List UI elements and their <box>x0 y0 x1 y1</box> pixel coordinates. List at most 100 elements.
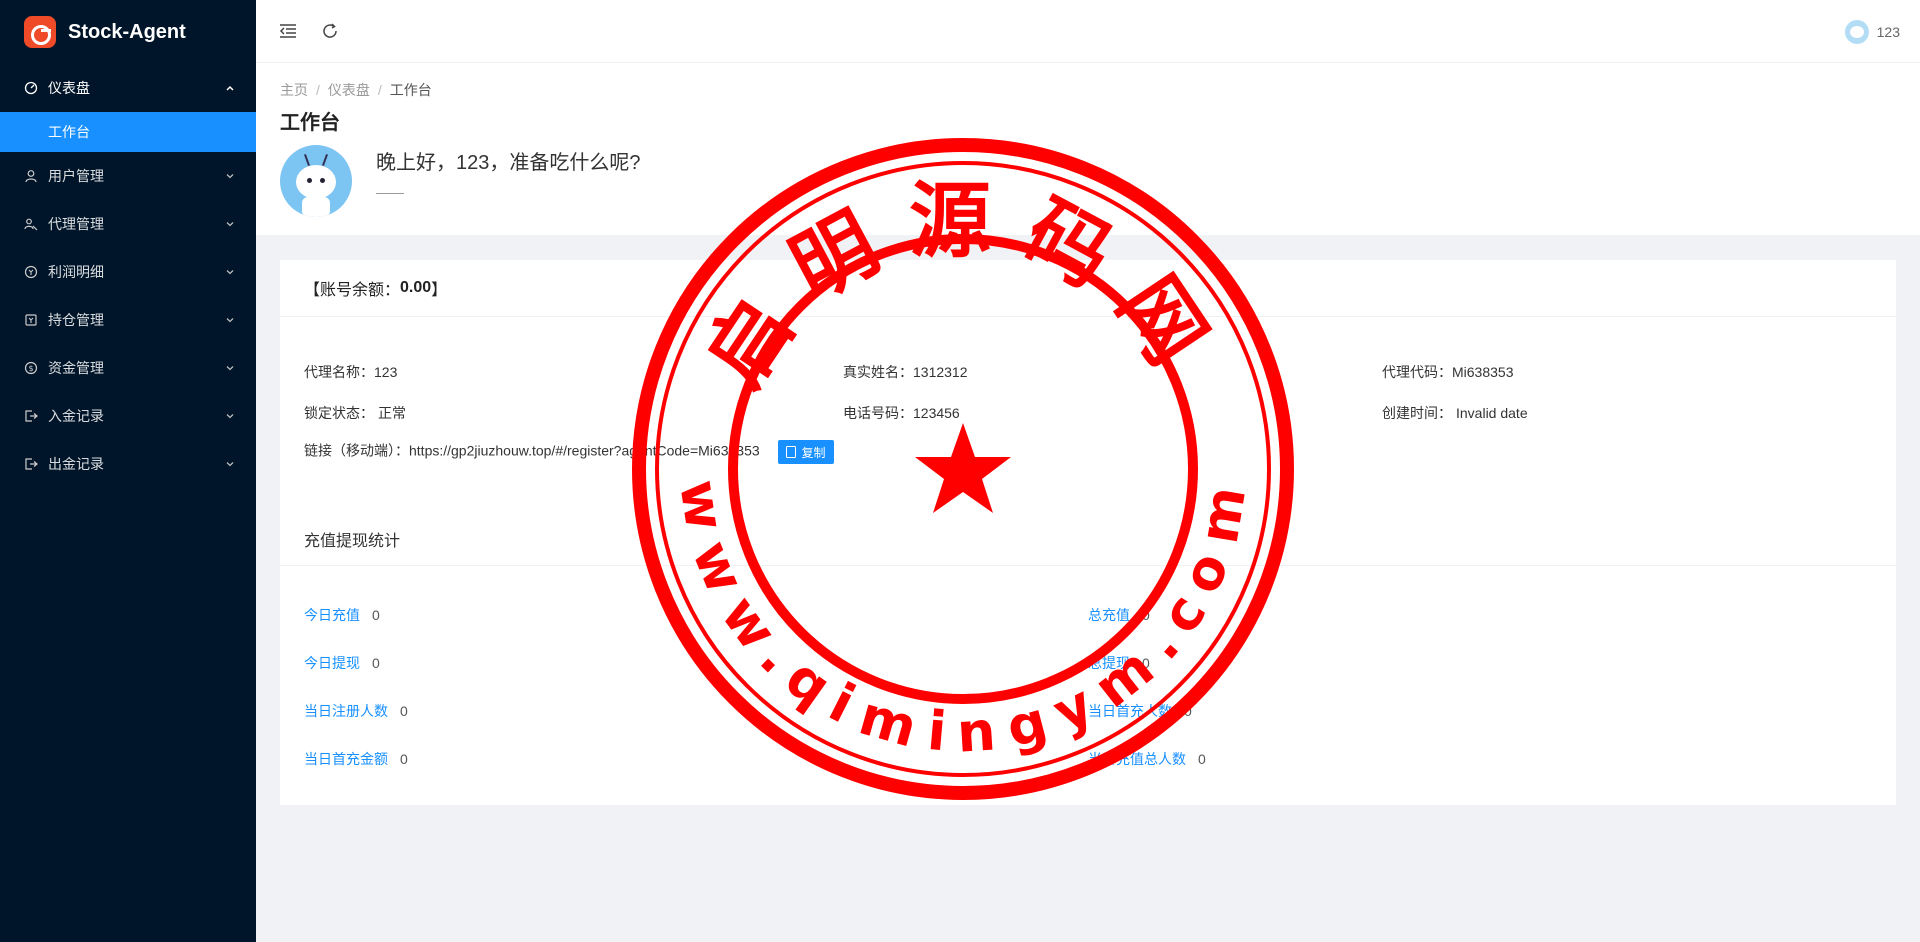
sidebar: Stock-Agent 仪表盘 工作台 用户管理 代理管理 利润明细 持仓管理 … <box>0 0 256 942</box>
stat-label[interactable]: 今日充值 <box>304 607 360 623</box>
stat-value: 0 <box>1142 607 1150 623</box>
balance-suffix: 】 <box>431 282 448 299</box>
phone-value: 123456 <box>913 405 960 421</box>
real-name-value: 1312312 <box>913 364 968 380</box>
profit-icon <box>24 265 38 279</box>
menu-user-management[interactable]: 用户管理 <box>0 152 256 200</box>
greeting-text: 晚上好，123，准备吃什么呢? <box>376 152 641 174</box>
menu-dashboard-label: 仪表盘 <box>48 80 90 96</box>
created-time-label: 创建时间： <box>1382 405 1452 421</box>
stat-label[interactable]: 当日首充金额 <box>304 751 388 767</box>
dashboard-icon <box>24 81 38 95</box>
greeting-divider <box>376 193 404 194</box>
stat-value: 0 <box>400 751 408 767</box>
divider <box>280 565 1896 566</box>
menu-agent-management[interactable]: 代理管理 <box>0 200 256 248</box>
mobile-link-label: 链接（移动端）： <box>304 442 409 459</box>
logo[interactable]: Stock-Agent <box>0 0 256 64</box>
phone-label: 电话号码： <box>843 405 913 421</box>
username: 123 <box>1876 24 1900 40</box>
chevron-down-icon <box>224 218 236 230</box>
copy-icon <box>785 446 796 458</box>
mobile-link-value[interactable]: https://gp2jiuzhouw.top/#/register?agent… <box>409 443 760 459</box>
user-icon <box>24 169 38 183</box>
lock-status-item: 锁定状态： 正常 <box>304 403 406 423</box>
real-name-label: 真实姓名： <box>843 364 913 380</box>
copy-button[interactable]: 复制 <box>777 440 834 464</box>
avatar <box>1844 20 1869 44</box>
stat-value: 0 <box>372 655 380 671</box>
logo-icon <box>24 16 56 48</box>
refresh-icon[interactable] <box>320 21 340 41</box>
agent-name-label: 代理名称： <box>304 364 374 380</box>
stat-item: 当日充值总人数 0 <box>1088 749 1206 769</box>
chevron-down-icon <box>224 362 236 374</box>
agent-code-value: Mi638353 <box>1452 364 1514 380</box>
chevron-down-icon <box>224 266 236 278</box>
balance-value: 0.00 <box>400 279 432 296</box>
menu-profit-details[interactable]: 利润明细 <box>0 248 256 296</box>
menu-label: 利润明细 <box>48 264 104 280</box>
balance-prefix: 【账号余额： <box>304 282 401 299</box>
stat-label[interactable]: 总提现 <box>1088 655 1130 671</box>
user-menu[interactable]: 123 <box>1844 20 1900 44</box>
stat-value: 0 <box>400 703 408 719</box>
agent-code-item: 代理代码：Mi638353 <box>1382 362 1514 382</box>
stat-label[interactable]: 当日首充人数 <box>1088 703 1172 719</box>
chevron-down-icon <box>224 410 236 422</box>
deposit-icon <box>24 409 38 423</box>
breadcrumb: 主页 / 仪表盘 / 工作台 <box>280 79 1920 101</box>
phone-item: 电话号码：123456 <box>843 403 960 423</box>
withdraw-icon <box>24 457 38 471</box>
menu-deposit-records[interactable]: 入金记录 <box>0 392 256 440</box>
menu-fold-icon[interactable] <box>278 21 298 41</box>
menu-workbench[interactable]: 工作台 <box>0 112 256 152</box>
stat-label[interactable]: 当日充值总人数 <box>1088 751 1186 767</box>
balance-header: 【账号余额： 0.00】 <box>280 260 1896 317</box>
position-icon <box>24 313 38 327</box>
menu-withdraw-records[interactable]: 出金记录 <box>0 440 256 488</box>
stat-item: 当日首充人数 0 <box>1088 701 1192 721</box>
menu-fund-management[interactable]: $ 资金管理 <box>0 344 256 392</box>
chevron-up-icon <box>224 82 236 94</box>
greeting-row: 晚上好，123，准备吃什么呢? <box>280 145 1920 217</box>
agent-info: 代理名称：123 真实姓名：1312312 代理代码：Mi638353 锁定状态… <box>280 317 1896 497</box>
menu-label: 资金管理 <box>48 360 104 376</box>
agent-name-item: 代理名称：123 <box>304 362 397 382</box>
team-icon <box>24 217 38 231</box>
menu-position-management[interactable]: 持仓管理 <box>0 296 256 344</box>
lock-status-value: 正常 <box>378 405 406 421</box>
account-card: 【账号余额： 0.00】 代理名称：123 真实姓名：1312312 代理代码：M… <box>280 260 1896 805</box>
breadcrumb-separator: / <box>316 82 320 98</box>
stat-value: 0 <box>1142 655 1150 671</box>
stat-label[interactable]: 今日提现 <box>304 655 360 671</box>
svg-text:$: $ <box>29 364 34 373</box>
stat-item: 总充值 0 <box>1088 605 1150 625</box>
real-name-item: 真实姓名：1312312 <box>843 362 968 382</box>
created-time-value: Invalid date <box>1456 405 1528 421</box>
breadcrumb-home[interactable]: 主页 <box>280 80 308 100</box>
stat-item: 今日充值 0 <box>304 605 380 625</box>
stat-item: 总提现 0 <box>1088 653 1150 673</box>
agent-code-label: 代理代码： <box>1382 364 1452 380</box>
stat-label[interactable]: 当日注册人数 <box>304 703 388 719</box>
agent-name-value: 123 <box>374 364 398 380</box>
menu-label: 用户管理 <box>48 168 104 184</box>
chevron-down-icon <box>224 458 236 470</box>
menu-label: 持仓管理 <box>48 312 104 328</box>
stat-label[interactable]: 总充值 <box>1088 607 1130 623</box>
chevron-down-icon <box>224 314 236 326</box>
breadcrumb-dashboard[interactable]: 仪表盘 <box>328 80 370 100</box>
user-avatar <box>280 145 352 217</box>
copy-button-label: 复制 <box>801 445 826 460</box>
stats-title: 充值提现统计 <box>304 533 401 550</box>
top-header: 123 <box>256 0 1920 63</box>
stat-value: 0 <box>1198 751 1206 767</box>
created-time-item: 创建时间： Invalid date <box>1382 403 1528 423</box>
breadcrumb-separator: / <box>377 82 382 98</box>
stat-item: 当日首充金额 0 <box>304 749 408 769</box>
menu-label: 出金记录 <box>48 456 104 472</box>
menu-dashboard[interactable]: 仪表盘 <box>0 64 256 112</box>
stat-item: 当日注册人数 0 <box>304 701 408 721</box>
mobile-link-item: 链接（移动端）：https://gp2jiuzhouw.top/#/regist… <box>304 440 834 464</box>
